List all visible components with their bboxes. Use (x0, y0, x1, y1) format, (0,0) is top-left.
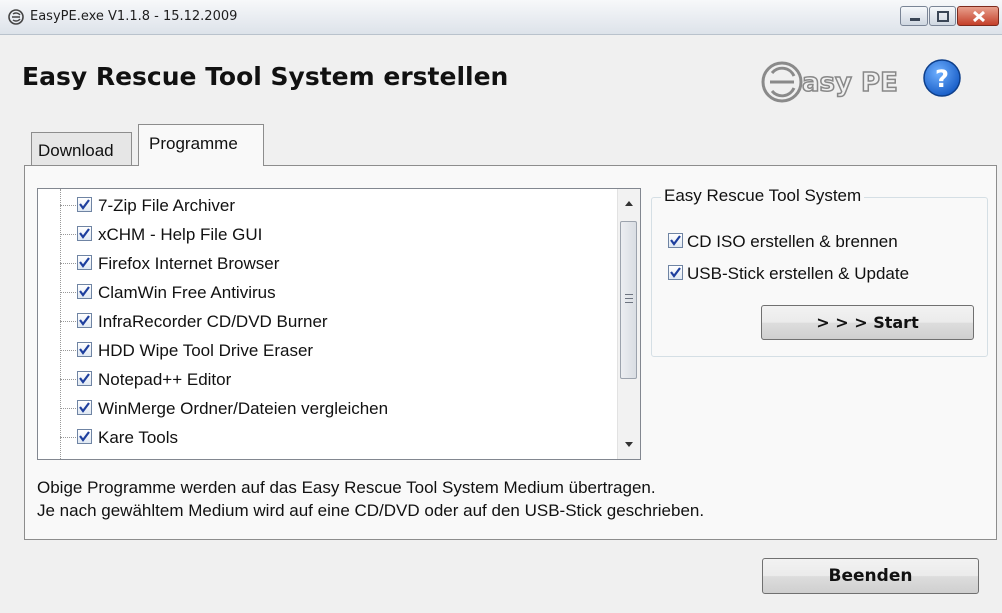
checkbox[interactable] (77, 226, 92, 241)
minimize-icon (910, 18, 920, 21)
program-list-item[interactable]: ClamWin Free Antivirus (38, 278, 618, 307)
program-label: Notepad++ Editor (98, 370, 232, 389)
program-list-item[interactable]: WinMerge Ordner/Dateien vergleichen (38, 394, 618, 423)
question-circle-icon[interactable]: ? (922, 58, 962, 98)
checkmark-icon (79, 257, 90, 268)
checkbox[interactable] (77, 371, 92, 386)
tree-connector (60, 321, 76, 322)
tab-programme[interactable]: Programme (138, 124, 264, 166)
scroll-thumb[interactable] (620, 221, 637, 379)
maximize-icon (937, 11, 949, 22)
checkmark-icon (79, 315, 90, 326)
vertical-scrollbar[interactable] (617, 189, 640, 459)
program-list-item[interactable]: 7-Zip File Archiver (38, 191, 618, 220)
logo-text: asy PE (802, 68, 898, 98)
checkmark-icon (79, 344, 90, 355)
app-icon (8, 9, 24, 25)
scroll-up-arrow-icon[interactable] (618, 193, 640, 213)
program-label: WinMerge Ordner/Dateien vergleichen (98, 399, 389, 418)
program-label: xCHM - Help File GUI (98, 225, 263, 244)
program-label: InfraRecorder CD/DVD Burner (98, 312, 328, 331)
checkmark-icon (79, 373, 90, 384)
scroll-down-arrow-icon[interactable] (618, 435, 640, 455)
tree-connector (60, 350, 76, 351)
checkbox[interactable] (668, 265, 683, 280)
program-label: Firefox Internet Browser (98, 254, 280, 273)
tree-connector (60, 408, 76, 409)
start-button[interactable]: > > > Start (761, 305, 974, 340)
maximize-button[interactable] (929, 6, 956, 26)
program-label: Kare Tools (98, 428, 179, 447)
checkbox[interactable] (77, 342, 92, 357)
checkmark-icon (670, 235, 681, 246)
info-text-line2: Je nach gewähltem Medium wird auf eine C… (37, 501, 705, 520)
tree-connector (60, 292, 76, 293)
program-label: HDD Wipe Tool Drive Eraser (98, 341, 314, 360)
tree-connector (60, 263, 76, 264)
program-list-item[interactable]: Kare Tools (38, 423, 618, 452)
program-label: ClamWin Free Antivirus (98, 283, 276, 302)
option-label: CD ISO erstellen & brennen (687, 232, 898, 251)
tab-download[interactable]: Download (31, 132, 132, 165)
program-list-item[interactable]: HDD Wipe Tool Drive Eraser (38, 336, 618, 365)
program-list-item[interactable]: Notepad++ Editor (38, 365, 618, 394)
beenden-button[interactable]: Beenden (762, 558, 979, 594)
close-icon (972, 10, 986, 23)
option-label: USB-Stick erstellen & Update (687, 264, 910, 283)
checkbox[interactable] (77, 255, 92, 270)
easype-logo: asy PE (761, 61, 899, 103)
info-text-line1: Obige Programme werden auf das Easy Resc… (37, 478, 656, 497)
close-button[interactable] (957, 6, 999, 26)
window-title: EasyPE.exe V1.1.8 - 15.12.2009 (30, 9, 238, 24)
checkbox[interactable] (77, 313, 92, 328)
program-list-item[interactable]: xCHM - Help File GUI (38, 220, 618, 249)
groupbox-title: Easy Rescue Tool System (661, 186, 865, 206)
checkmark-icon (670, 267, 681, 278)
checkmark-icon (79, 402, 90, 413)
checkbox[interactable] (77, 400, 92, 415)
tree-connector (60, 437, 76, 438)
program-tree-list[interactable]: 7-Zip File Archiver xCHM - Help File GUI F… (37, 188, 641, 460)
svg-text:?: ? (935, 65, 949, 93)
checkmark-icon (79, 431, 90, 442)
checkbox[interactable] (77, 197, 92, 212)
checkmark-icon (79, 286, 90, 297)
minimize-button[interactable] (900, 6, 928, 26)
checkmark-icon (79, 228, 90, 239)
checkmark-icon (79, 199, 90, 210)
program-label: 7-Zip File Archiver (98, 196, 235, 215)
tree-connector (60, 205, 76, 206)
tree-connector (60, 234, 76, 235)
page-title: Easy Rescue Tool System erstellen (22, 62, 509, 91)
checkbox[interactable] (77, 429, 92, 444)
program-list-item[interactable]: Firefox Internet Browser (38, 249, 618, 278)
tree-connector (60, 379, 76, 380)
program-list-item[interactable]: InfraRecorder CD/DVD Burner (38, 307, 618, 336)
title-bar: EasyPE.exe V1.1.8 - 15.12.2009 (0, 0, 1002, 35)
checkbox[interactable] (668, 233, 683, 248)
checkbox[interactable] (77, 284, 92, 299)
